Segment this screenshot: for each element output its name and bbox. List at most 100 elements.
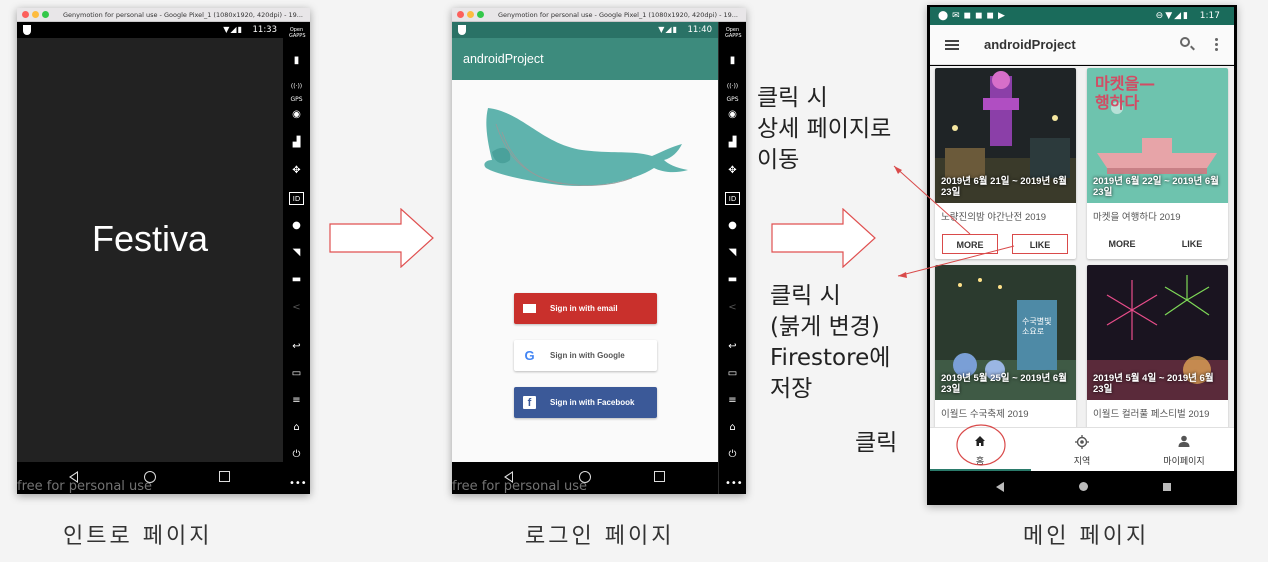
window-minimize-button[interactable]: [32, 11, 39, 18]
bottom-nav-area-label: 지역: [1073, 457, 1091, 467]
facebook-icon: f: [523, 396, 536, 409]
person-icon: [1178, 435, 1190, 447]
capture-icon[interactable]: ▟: [725, 136, 740, 149]
rss-icon[interactable]: ◥: [289, 246, 304, 259]
disk-icon[interactable]: ●: [289, 219, 304, 232]
mail-icon: [523, 304, 536, 313]
app-title: androidProject: [463, 52, 544, 66]
festival-card[interactable]: 마켓을— 행하다 2019년 6월 22일 ~ 2019년 6월 23일 마켓을…: [1087, 68, 1228, 259]
home-icon[interactable]: ⌂: [289, 421, 304, 434]
festival-title: 이월드 컬러풀 페스티벌 2019: [1093, 409, 1210, 420]
like-annotation: 클릭 시 (붉게 변경) Firestore에 저장: [770, 283, 891, 402]
home-icon[interactable]: ⌂: [725, 421, 740, 434]
emulator-side-toolbar: Open GAPPS ▮ ((·)) GPS ◉ ▟ ✥ ID ● ◥ ▬ < ↩ …: [283, 22, 310, 494]
home-annotation: 클릭: [855, 430, 898, 456]
emulator-title: Genymotion for personal use - Google Pix…: [498, 11, 738, 19]
home-highlight-circle: [956, 424, 1006, 466]
gps-icon[interactable]: ((·)) GPS: [289, 80, 304, 103]
window-minimize-button[interactable]: [467, 11, 474, 18]
signal-wifi-battery-icon: ▼◢▮: [223, 25, 243, 34]
battery-icon[interactable]: ▮: [289, 54, 304, 67]
watermark: free for personal use: [17, 479, 153, 494]
webcam-icon[interactable]: ◉: [289, 108, 304, 121]
festival-date: 2019년 5월 25일 ~ 2019년 6월 23일: [941, 373, 1067, 395]
emulator-side-toolbar: Open GAPPS ▮ ((·)) GPS ◉ ▟ ✥ ID ● ◥ ▬ < ↩ …: [719, 22, 746, 494]
emulator-title-bar: Genymotion for personal use - Google Pix…: [452, 8, 746, 22]
overflow-menu-icon[interactable]: [1215, 38, 1218, 41]
back-arrow-icon[interactable]: ↩: [289, 340, 304, 353]
power-icon[interactable]: ⏻: [725, 448, 740, 461]
flow-arrow-2: [771, 208, 876, 268]
share-icon: <: [728, 302, 737, 313]
recent-apps-icon[interactable]: [1163, 483, 1171, 491]
signal-wifi-battery-icon: ▼◢▮: [658, 25, 678, 34]
login-caption: 로그인 페이지: [525, 524, 675, 549]
status-time: 11:40: [687, 25, 713, 35]
move-icon[interactable]: ✥: [725, 164, 740, 177]
back-arrow-icon[interactable]: ↩: [725, 340, 740, 353]
share-icon: <: [292, 302, 301, 313]
main-caption: 메인 페이지: [1023, 524, 1150, 549]
sign-in-facebook-button[interactable]: f Sign in with Facebook: [514, 387, 657, 418]
watermark: free for personal use: [452, 479, 588, 494]
more-button[interactable]: MORE: [1094, 234, 1150, 254]
login-screen: ▼◢▮ 11:40 androidProject Sign in with em…: [452, 22, 718, 494]
open-gapps-icon[interactable]: Open GAPPS: [289, 27, 306, 40]
id-icon[interactable]: ID: [289, 192, 304, 205]
recent-apps-icon[interactable]: [654, 471, 665, 482]
search-icon[interactable]: [1180, 37, 1190, 47]
battery-icon[interactable]: ▮: [725, 54, 740, 67]
move-icon[interactable]: ✥: [289, 164, 304, 177]
sms-icon[interactable]: ▬: [289, 273, 304, 286]
webcam-icon[interactable]: ◉: [725, 108, 740, 121]
home-circle-icon[interactable]: [1079, 482, 1088, 491]
back-icon[interactable]: [996, 482, 1004, 492]
sign-in-email-button[interactable]: Sign in with email: [514, 293, 657, 324]
intro-caption: 인트로 페이지: [63, 524, 213, 549]
open-gapps-icon[interactable]: Open GAPPS: [725, 27, 742, 40]
hamburger-menu-icon[interactable]: [945, 40, 959, 42]
signal-wifi-battery-icon: ⊖▼◢▮: [1155, 11, 1190, 21]
power-icon[interactable]: ⏻: [289, 448, 304, 461]
festival-title: 마켓을 여행하다 2019: [1093, 212, 1181, 223]
window-zoom-button[interactable]: [477, 11, 484, 18]
menu-icon[interactable]: ≡: [725, 394, 740, 407]
recent-icon[interactable]: ▭: [289, 367, 304, 380]
festival-card[interactable]: 2019년 5월 4일 ~ 2019년 6월 23일 이월드 컬러풀 페스티벌 …: [1087, 265, 1228, 427]
window-close-button[interactable]: [22, 11, 29, 18]
google-icon: G: [524, 348, 535, 363]
bottom-nav-mypage[interactable]: 마이페이지: [1142, 428, 1226, 472]
rss-icon[interactable]: ◥: [725, 246, 740, 259]
android-nav-bar: [930, 471, 1234, 503]
id-icon[interactable]: ID: [725, 192, 740, 205]
sms-icon[interactable]: ▬: [725, 273, 740, 286]
poster-text: 수국별빛 소요로: [1022, 317, 1052, 336]
login-emulator-window: Genymotion for personal use - Google Pix…: [452, 8, 746, 494]
shield-icon: [458, 25, 466, 35]
more-icon[interactable]: •••: [289, 477, 307, 490]
app-bar: androidProject: [452, 38, 718, 80]
window-zoom-button[interactable]: [42, 11, 49, 18]
recent-icon[interactable]: ▭: [725, 367, 740, 380]
more-icon[interactable]: •••: [725, 477, 743, 490]
intro-background: Festiva: [17, 38, 283, 462]
window-close-button[interactable]: [457, 11, 464, 18]
status-bar: ▼◢▮ 11:33: [17, 22, 283, 38]
intro-screen: ▼◢▮ 11:33 Festiva free for personal use: [17, 22, 283, 494]
notification-icons: ⬤✉◼◼◼▶: [938, 11, 1009, 21]
like-button[interactable]: LIKE: [1164, 234, 1220, 254]
capture-icon[interactable]: ▟: [289, 136, 304, 149]
status-bar: ▼◢▮ 11:40: [452, 22, 718, 38]
disk-icon[interactable]: ●: [725, 219, 740, 232]
menu-icon[interactable]: ≡: [289, 394, 304, 407]
shield-icon: [23, 25, 31, 35]
recent-apps-icon[interactable]: [219, 471, 230, 482]
app-title: androidProject: [984, 37, 1076, 52]
bottom-nav-mypage-label: 마이페이지: [1163, 457, 1205, 467]
gps-icon[interactable]: ((·)) GPS: [725, 80, 740, 103]
sign-in-google-button[interactable]: G Sign in with Google: [514, 340, 657, 371]
whale-logo-icon: [484, 108, 688, 187]
intro-logo-text: Festiva: [91, 218, 209, 259]
location-target-icon: [1075, 435, 1089, 449]
bottom-nav-area[interactable]: 지역: [1052, 428, 1112, 472]
